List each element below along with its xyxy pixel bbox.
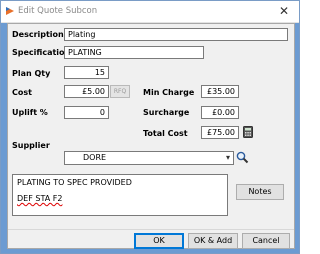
specification-label: Specification bbox=[12, 48, 71, 57]
cancel-button[interactable]: Cancel bbox=[242, 233, 290, 249]
uplift-label: Uplift % bbox=[12, 108, 48, 117]
supplier-selected-value: DORE bbox=[83, 153, 107, 162]
notes-textarea[interactable]: PLATING TO SPEC PROVIDED DEF STA F2 bbox=[12, 174, 228, 216]
supplier-select[interactable]: DORE ▾ bbox=[64, 151, 234, 165]
chevron-down-icon[interactable]: ▾ bbox=[226, 152, 230, 164]
notes-button[interactable]: Notes bbox=[236, 184, 284, 200]
rfq-button[interactable]: RFQ bbox=[110, 85, 130, 98]
close-icon[interactable]: ✕ bbox=[277, 5, 291, 18]
title-bar: Edit Quote Subcon ✕ bbox=[1, 1, 299, 23]
total-cost-label: Total Cost bbox=[143, 129, 188, 138]
app-icon bbox=[6, 7, 14, 15]
surcharge-label: Surcharge bbox=[143, 108, 190, 117]
surcharge-input[interactable]: £0.00 bbox=[201, 106, 239, 119]
plan-qty-label: Plan Qty bbox=[12, 69, 51, 78]
min-charge-input[interactable]: £35.00 bbox=[201, 85, 239, 98]
ok-and-add-button[interactable]: OK & Add bbox=[188, 233, 238, 249]
supplier-label: Supplier bbox=[12, 141, 50, 150]
total-cost-value: £75.00 bbox=[201, 126, 239, 139]
notes-line: PLATING TO SPEC PROVIDED bbox=[17, 178, 132, 187]
footer-divider bbox=[8, 229, 294, 230]
notes-line: DEF STA F2 bbox=[17, 194, 63, 203]
cost-label: Cost bbox=[12, 88, 32, 97]
min-charge-label: Min Charge bbox=[143, 88, 195, 97]
window-title: Edit Quote Subcon bbox=[18, 6, 98, 16]
description-input[interactable]: Plating bbox=[64, 28, 288, 41]
dialog-window: Edit Quote Subcon ✕ Description Plating … bbox=[0, 0, 300, 254]
specification-input[interactable]: PLATING bbox=[64, 46, 204, 59]
description-label: Description bbox=[12, 30, 64, 39]
dialog-body: Description Plating Specification PLATIN… bbox=[7, 23, 295, 249]
uplift-input[interactable]: 0 bbox=[64, 106, 109, 119]
ok-button[interactable]: OK bbox=[134, 233, 184, 249]
cost-input[interactable]: £5.00 bbox=[64, 85, 109, 98]
search-icon[interactable] bbox=[236, 151, 249, 164]
plan-qty-input[interactable]: 15 bbox=[64, 66, 109, 79]
calculator-icon[interactable] bbox=[243, 126, 253, 138]
